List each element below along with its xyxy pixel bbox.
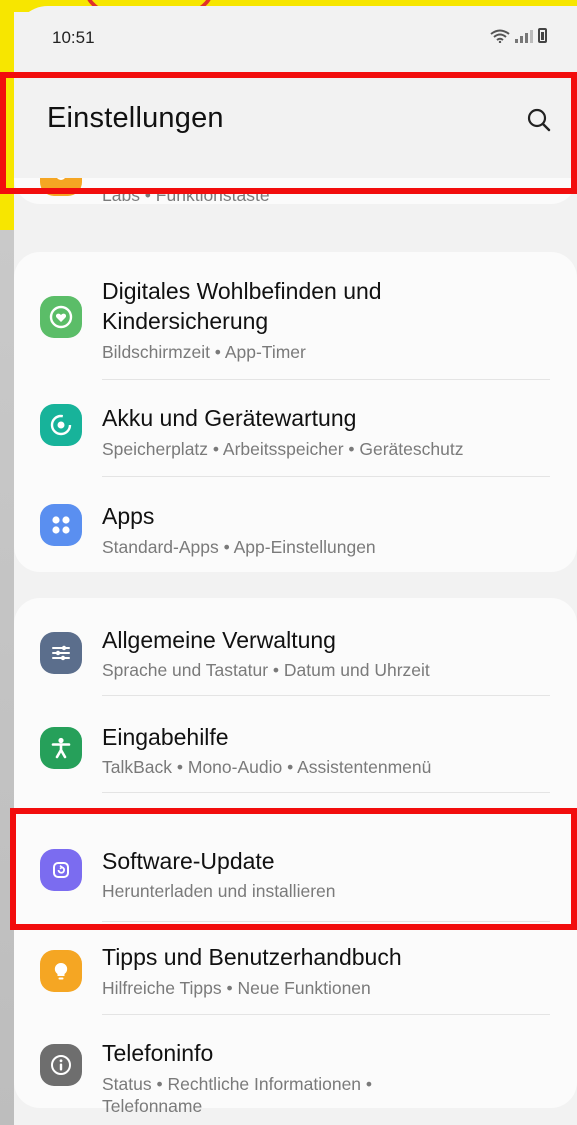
list-item-subtitle: Labs • Funktionstaste (102, 185, 270, 205)
heart-circle-icon (40, 296, 82, 338)
device-care-icon (40, 404, 82, 446)
list-item-title: Eingabehilfe (102, 724, 229, 750)
list-item-accessibility[interactable]: Eingabehilfe TalkBack • Mono-Audio • Ass… (14, 696, 577, 792)
list-item-subtitle-line2: Telefonname (102, 1096, 203, 1116)
status-icons (490, 28, 547, 43)
list-item-title: Digitales Wohlbefinden und (102, 278, 382, 304)
info-icon (40, 1044, 82, 1086)
signal-icon (515, 29, 533, 43)
search-icon (527, 108, 551, 132)
phone-screen: 10:51 Erweiterte Funktionen Labs • Funkt… (14, 6, 577, 1125)
list-item-title: Akku und Gerätewartung (102, 405, 357, 431)
list-item-subtitle: Speicherplatz • Arbeitsspeicher • Geräte… (102, 439, 464, 459)
list-item-general-management[interactable]: Allgemeine Verwaltung Sprache und Tastat… (14, 598, 577, 695)
list-item-subtitle: Standard-Apps • App-Einstellungen (102, 537, 376, 557)
list-item-subtitle: Herunterladen und installieren (102, 881, 336, 901)
apps-icon (40, 504, 82, 546)
status-bar: 10:51 (14, 6, 577, 66)
list-item-tips[interactable]: Tipps und Benutzerhandbuch Hilfreiche Ti… (14, 922, 577, 1014)
accessibility-icon (40, 727, 82, 769)
software-update-icon (40, 849, 82, 891)
list-item-subtitle: Status • Rechtliche Informationen • (102, 1074, 373, 1094)
list-item-title-line2: Kindersicherung (102, 308, 269, 334)
list-item-title: Allgemeine Verwaltung (102, 627, 336, 653)
settings-card-2: Allgemeine Verwaltung Sprache und Tastat… (14, 598, 577, 1116)
lightbulb-icon (40, 950, 82, 992)
background-left-edge (0, 0, 14, 1125)
page-title: Einstellungen (47, 102, 224, 134)
status-time: 10:51 (52, 28, 95, 47)
settings-card-1: Digitales Wohlbefinden und Kindersicheru… (14, 252, 577, 572)
app-header: Einstellungen (14, 68, 577, 178)
battery-icon (538, 28, 547, 43)
list-item-subtitle: TalkBack • Mono-Audio • Assistentenmenü (102, 757, 432, 777)
sliders-icon (40, 632, 82, 674)
list-item-title: Apps (102, 503, 155, 529)
list-item-software-update[interactable]: Software-Update Herunterladen und instal… (14, 819, 577, 915)
list-item-subtitle: Sprache und Tastatur • Datum und Uhrzeit (102, 660, 430, 680)
list-item-battery-device-care[interactable]: Akku und Gerätewartung Speicherplatz • A… (14, 380, 577, 476)
search-button[interactable] (519, 100, 559, 140)
list-item-digital-wellbeing[interactable]: Digitales Wohlbefinden und Kindersicheru… (14, 252, 577, 379)
list-item-title: Tipps und Benutzerhandbuch (102, 944, 402, 970)
list-item-title: Telefoninfo (102, 1040, 214, 1066)
wifi-icon (490, 29, 510, 43)
list-item-apps[interactable]: Apps Standard-Apps • App-Einstellungen (14, 477, 577, 572)
list-item-phone-info[interactable]: Telefoninfo Status • Rechtliche Informat… (14, 1015, 577, 1116)
divider (102, 792, 550, 793)
list-item-title: Software-Update (102, 848, 275, 874)
list-item-subtitle: Hilfreiche Tipps • Neue Funktionen (102, 978, 371, 998)
list-item-subtitle: Bildschirmzeit • App-Timer (102, 342, 306, 362)
